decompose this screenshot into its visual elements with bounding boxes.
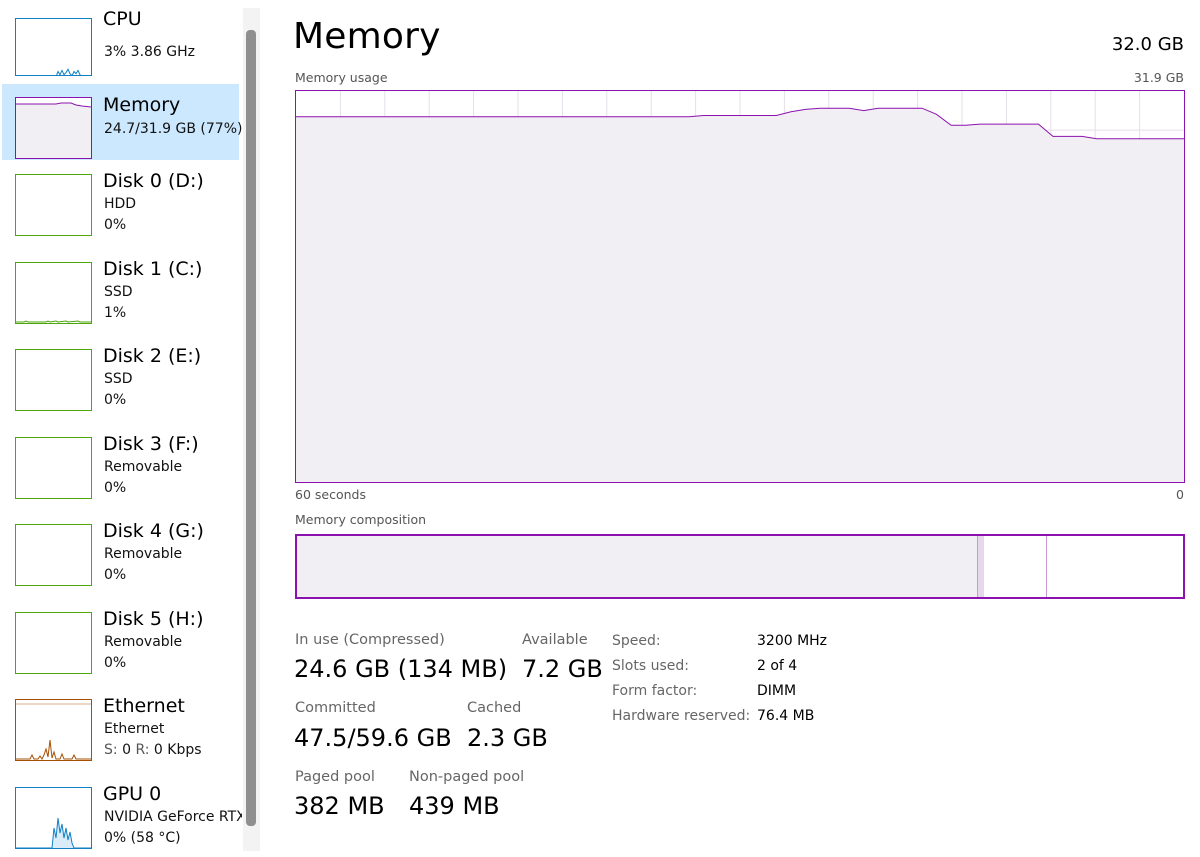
non-paged-pool-value: 439 MB [409,792,500,820]
total-memory: 32.0 GB [1111,34,1184,55]
sidebar-subtitle: Removable [104,459,183,475]
sidebar-title: Disk 0 (D:) [103,170,204,192]
sidebar-title: Disk 5 (H:) [103,608,204,630]
sidebar-subtitle: HDD [104,196,137,212]
disk-thumbnail-graph [15,612,92,674]
composition-standby[interactable] [983,536,1048,597]
committed-value: 47.5/59.6 GB [294,724,452,752]
sidebar-subtitle: 3% 3.86 GHz [104,44,196,60]
receive-value: 0 Kbps [153,742,202,758]
disk-thumbnail-graph [15,174,92,236]
cached-value: 2.3 GB [467,724,548,752]
sidebar-subtitle: Removable [104,546,183,562]
sidebar-title: Disk 3 (F:) [103,433,199,455]
sidebar-item-disk-3[interactable]: Disk 3 (F:) Removable 0% [2,429,239,505]
composition-in-use[interactable] [297,536,979,597]
sidebar-title: Memory [103,94,181,116]
paged-pool-value: 382 MB [294,792,385,820]
disk-thumbnail-graph [15,524,92,586]
sidebar: CPU 3% 3.86 GHz Memory 24.7/31.9 GB (77%… [0,0,262,857]
cached-label: Cached [467,700,522,716]
sidebar-title: Disk 1 (C:) [103,258,203,280]
sidebar-item-memory[interactable]: Memory 24.7/31.9 GB (77%) [2,84,242,160]
memory-usage-chart [296,91,1184,482]
sidebar-subtitle: SSD [104,371,133,387]
sidebar-subtitle: SSD [104,284,133,300]
available-label: Available [522,632,588,648]
memory-composition-label: Memory composition [295,512,427,527]
cpu-thumbnail-graph [15,18,92,76]
send-value: 0 [122,742,131,758]
sidebar-item-gpu-0[interactable]: GPU 0 NVIDIA GeForce RTX 0% (58 °C) [2,779,242,855]
sidebar-title: Disk 4 (G:) [103,520,204,542]
sidebar-item-cpu[interactable]: CPU 3% 3.86 GHz [2,4,239,80]
send-label: S: [104,742,118,758]
memory-thumbnail-graph [15,97,92,159]
memory-composition-bar [295,534,1185,599]
hardware-reserved-label: Hardware reserved: [612,708,751,724]
sidebar-usage: 0% [104,567,127,583]
sidebar-usage: 0% [104,392,127,408]
time-axis-start: 60 seconds [295,487,366,502]
sidebar-item-disk-5[interactable]: Disk 5 (H:) Removable 0% [2,604,239,680]
usage-area [296,108,1184,482]
speed-value: 3200 MHz [757,633,828,649]
in-use-label: In use (Compressed) [295,632,445,648]
ethernet-thumbnail-graph [15,699,92,761]
sidebar-subtitle: Ethernet [104,721,165,737]
memory-usage-max: 31.9 GB [1133,70,1184,85]
paged-pool-label: Paged pool [295,769,375,785]
sidebar-item-ethernet[interactable]: Ethernet Ethernet S: 0 R: 0 Kbps [2,691,239,767]
form-factor-label: Form factor: [612,683,698,699]
in-use-value: 24.6 GB (134 MB) [294,655,508,683]
disk-thumbnail-graph [15,437,92,499]
speed-label: Speed: [612,633,661,649]
sidebar-item-disk-4[interactable]: Disk 4 (G:) Removable 0% [2,516,239,592]
sidebar-title: GPU 0 [103,783,162,805]
sidebar-title: Ethernet [103,695,185,717]
sidebar-usage: 0% [104,217,127,233]
sidebar-item-disk-0[interactable]: Disk 0 (D:) HDD 0% [2,166,239,242]
sidebar-subtitle: NVIDIA GeForce RTX [104,809,242,825]
committed-label: Committed [295,700,376,716]
disk-thumbnail-graph [15,262,92,324]
sidebar-usage: 0% [104,655,127,671]
memory-usage-graph [295,90,1185,483]
slots-value: 2 of 4 [757,658,798,674]
sidebar-usage: 0% (58 °C) [104,830,181,846]
time-axis-end: 0 [1176,487,1184,502]
non-paged-pool-label: Non-paged pool [409,769,525,785]
sidebar-usage: 1% [104,305,127,321]
available-value: 7.2 GB [522,655,603,683]
device-list: CPU 3% 3.86 GHz Memory 24.7/31.9 GB (77%… [0,0,242,857]
gpu-thumbnail-graph [15,787,92,849]
slots-label: Slots used: [612,658,689,674]
sidebar-usage: 0% [104,480,127,496]
memory-usage-label: Memory usage [295,70,388,85]
page-title: Memory [293,16,441,57]
sidebar-subtitle: Removable [104,634,183,650]
scrollbar-thumb[interactable] [246,30,256,826]
composition-free[interactable] [1047,536,1183,597]
disk-thumbnail-graph [15,349,92,411]
sidebar-item-disk-1[interactable]: Disk 1 (C:) SSD 1% [2,254,239,330]
sidebar-scrollbar[interactable] [243,8,260,851]
sidebar-title: CPU [103,8,142,30]
form-factor-value: DIMM [757,683,797,699]
network-throughput: S: 0 R: 0 Kbps [104,742,202,758]
hardware-reserved-value: 76.4 MB [757,708,815,724]
sidebar-item-disk-2[interactable]: Disk 2 (E:) SSD 0% [2,341,239,417]
sidebar-subtitle: 24.7/31.9 GB (77%) [104,121,242,137]
sidebar-title: Disk 2 (E:) [103,345,202,367]
receive-label: R: [135,742,150,758]
